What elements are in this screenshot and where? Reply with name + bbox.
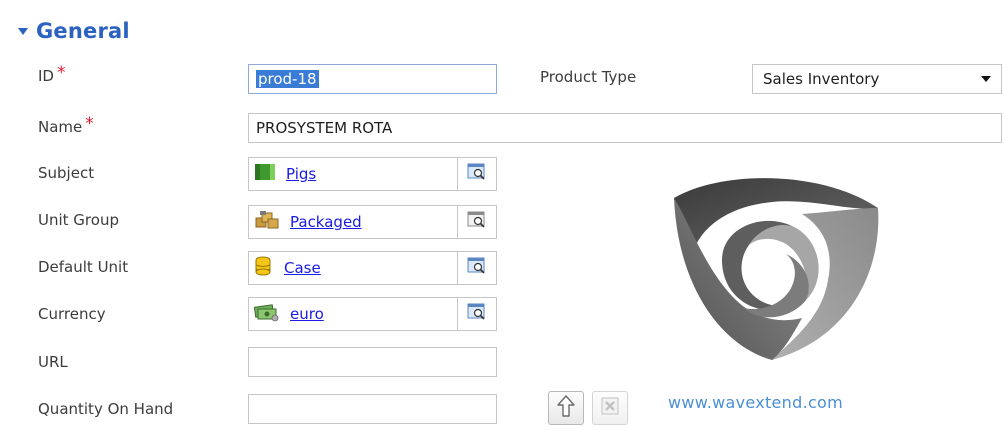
default-unit-lookup-button[interactable] — [458, 252, 496, 284]
quantity-on-hand-input[interactable] — [248, 394, 497, 424]
default-unit-label: Default Unit — [38, 258, 129, 276]
quantity-on-hand-label: Quantity On Hand — [38, 400, 174, 418]
currency-label: Currency — [38, 305, 106, 323]
unit-group-link[interactable]: Packaged — [290, 213, 362, 231]
product-form: General ID * prod-18 Product Type Sales I… — [0, 0, 1004, 430]
default-unit-lookup: Case — [248, 251, 497, 285]
unit-group-lookup: Packaged — [248, 205, 497, 239]
dropdown-caret-icon[interactable] — [981, 76, 991, 82]
product-image — [652, 168, 892, 368]
id-input-value: prod-18 — [256, 70, 319, 88]
database-icon — [254, 256, 274, 280]
subject-link[interactable]: Pigs — [286, 165, 316, 183]
product-type-value: Sales Inventory — [763, 70, 880, 88]
subject-label: Subject — [38, 164, 95, 182]
subject-lookup: Pigs — [248, 157, 497, 191]
currency-lookup: euro — [248, 297, 497, 331]
id-label: ID * — [38, 63, 66, 86]
website-text: www.wavextend.com — [668, 393, 844, 412]
product-type-label: Product Type — [540, 68, 637, 86]
boxes-icon — [254, 210, 280, 234]
currency-link[interactable]: euro — [290, 305, 324, 323]
remove-image-button[interactable] — [592, 391, 628, 425]
upload-arrow-icon[interactable] — [556, 394, 576, 422]
subject-lookup-button[interactable] — [458, 158, 496, 190]
currency-lookup-button[interactable] — [458, 298, 496, 330]
id-input[interactable]: prod-18 — [248, 64, 497, 94]
remove-image-icon[interactable] — [600, 396, 620, 420]
lookup-magnifier-icon[interactable] — [467, 303, 487, 325]
section-header-general[interactable]: General — [18, 16, 130, 46]
id-label-text: ID — [38, 67, 54, 85]
upload-image-button[interactable] — [548, 391, 584, 425]
default-unit-link[interactable]: Case — [284, 259, 321, 277]
name-input-value: PROSYSTEM ROTA — [256, 119, 393, 137]
product-logo-icon — [674, 178, 879, 360]
lookup-magnifier-icon[interactable] — [467, 163, 487, 185]
unit-group-label: Unit Group — [38, 211, 119, 229]
book-icon — [254, 163, 276, 185]
lookup-magnifier-icon[interactable] — [467, 211, 487, 233]
money-icon — [253, 302, 280, 326]
lookup-magnifier-icon[interactable] — [467, 257, 487, 279]
section-title: General — [36, 19, 130, 43]
name-input[interactable]: PROSYSTEM ROTA — [248, 113, 1002, 143]
name-required-marker: * — [85, 114, 94, 134]
product-type-select[interactable]: Sales Inventory — [752, 64, 1002, 94]
unit-group-lookup-button[interactable] — [458, 206, 496, 238]
name-label: Name * — [38, 114, 94, 137]
collapse-triangle-icon[interactable] — [18, 28, 28, 35]
id-required-marker: * — [56, 63, 66, 83]
url-label: URL — [38, 353, 68, 371]
name-label-text: Name — [38, 118, 83, 136]
url-input[interactable] — [248, 347, 497, 377]
